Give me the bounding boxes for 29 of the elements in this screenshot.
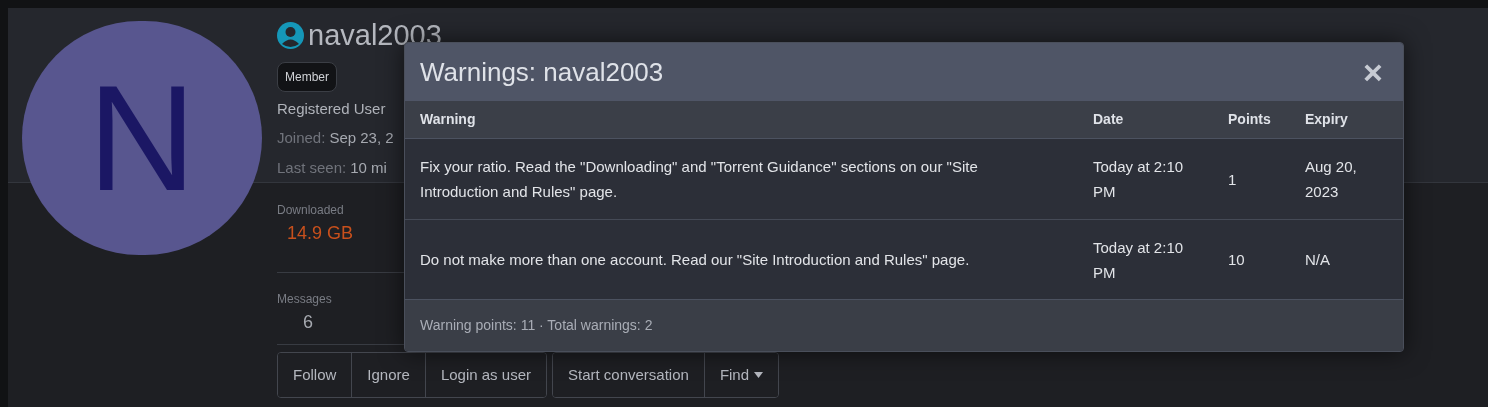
table-cell-text: 10 [1228,250,1246,270]
joined-date: Sep 23, 2 [329,128,394,148]
last-seen-label: Last seen: [277,157,347,178]
column-header: Points [1228,110,1272,129]
column-header: Expiry [1305,110,1349,129]
table-cell-text: Fix your ratio. Read the "Downloading" and "Torrent Guidance" sections on our "Site Introduction and Rules" page. [420,157,979,202]
stat-label: Downloaded [277,202,345,219]
user-icon [277,22,304,50]
dialog-title: Warnings: naval2003 [420,55,664,89]
close-button[interactable]: × [1358,55,1388,89]
caret-icon [754,372,764,378]
table-cell-text: Today at 2:10 PM [1093,237,1185,283]
table-cell-text: Today at 2:10 PM [1093,157,1185,202]
column-header: Warning [420,110,477,129]
table-cell-text: N/A [1305,250,1331,270]
table-cell-text: 1 [1228,169,1238,190]
profile-action-button[interactable]: Find [703,353,779,397]
stat-label: Messages [277,291,333,308]
role-badge: Member [277,61,337,92]
joined-label: Joined: [277,128,326,148]
stat-value: 14.9 GB [287,222,355,245]
avatar-letter: N [87,63,197,213]
dialog-footer-summary: Warning points: 11 · Total warnings: 2 [420,316,653,335]
table-cell-text: Aug 20, 2023 [1305,157,1358,202]
last-seen-time: 10 mi [350,157,387,178]
profile-action-button[interactable]: Login as user [424,353,546,397]
table-cell-text: Do not make more than one account. Read our "Site Introduction and Rules" page. [420,250,971,270]
column-header: Date [1093,110,1125,129]
stat-value: 6 [303,311,314,334]
